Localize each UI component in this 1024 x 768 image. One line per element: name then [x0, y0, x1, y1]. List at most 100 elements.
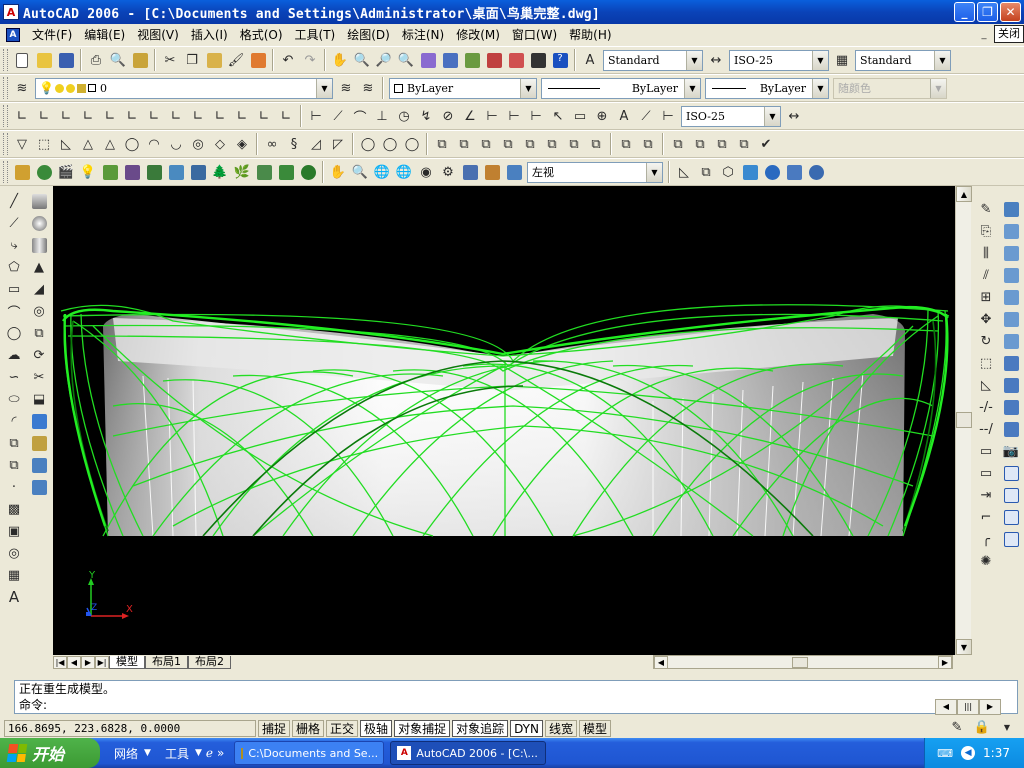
tolerance-icon[interactable]: ▭	[569, 105, 591, 127]
bottom-view-icon[interactable]	[1000, 242, 1022, 264]
hatch-icon[interactable]: ▩	[3, 498, 25, 520]
region-icon[interactable]: ◎	[3, 542, 25, 564]
menu-file[interactable]: 文件(F)	[26, 25, 78, 45]
mapping-icon[interactable]	[143, 161, 165, 183]
print-icon[interactable]: ⎙	[85, 49, 107, 71]
viewport-1-icon[interactable]	[1000, 462, 1022, 484]
command-prompt[interactable]: 命令:	[19, 697, 1017, 713]
imprint-icon[interactable]: ⧉	[667, 133, 689, 155]
offset-faces-icon[interactable]: ⧉	[475, 133, 497, 155]
point-icon[interactable]: ·	[3, 476, 25, 498]
properties-icon[interactable]	[417, 49, 439, 71]
flat-shaded-icon[interactable]	[739, 161, 761, 183]
toolbar-grip[interactable]	[3, 77, 8, 99]
3d-zoom-icon[interactable]: 🔍	[349, 161, 371, 183]
menu-modify[interactable]: 修改(M)	[450, 25, 506, 45]
shell-icon[interactable]: ⧉	[733, 133, 755, 155]
chamfer-icon[interactable]: ⌐	[975, 506, 997, 528]
box-icon[interactable]: ⬚	[33, 133, 55, 155]
solid-sphere-icon[interactable]	[28, 212, 50, 234]
landscape-library-icon[interactable]	[253, 161, 275, 183]
chevron-down-icon[interactable]: ▼	[934, 50, 950, 70]
paste-icon[interactable]	[203, 49, 225, 71]
scroll-left-button[interactable]: ◀	[935, 699, 957, 715]
ucs-zaxis-icon[interactable]: ∟	[165, 105, 187, 127]
revolve-icon[interactable]: ⟳	[28, 344, 50, 366]
delete-faces-icon[interactable]: ⧉	[497, 133, 519, 155]
lineweight-select[interactable]: ByLayer ▼	[705, 77, 829, 99]
copy-icon[interactable]: ❐	[181, 49, 203, 71]
task-explorer[interactable]: C:\Documents and Se...	[234, 741, 385, 765]
new-file-icon[interactable]	[11, 49, 33, 71]
ucs-view-icon[interactable]: ∟	[121, 105, 143, 127]
quick-dimension-icon[interactable]: ⊢	[481, 105, 503, 127]
open-file-icon[interactable]	[33, 49, 55, 71]
scroll-thumb[interactable]: |||	[957, 699, 979, 715]
materials-library-icon[interactable]	[121, 161, 143, 183]
revision-cloud-icon[interactable]: ☁	[3, 344, 25, 366]
3d-orbit-icon[interactable]: 🌐	[371, 161, 393, 183]
ortho-toggle[interactable]: 正交	[326, 719, 359, 737]
camera-icon[interactable]: 📷	[1000, 440, 1022, 462]
copy-edges-icon[interactable]: ⧉	[615, 133, 637, 155]
angular-icon[interactable]: ∠	[459, 105, 481, 127]
taper-faces-icon[interactable]: ⧉	[541, 133, 563, 155]
viewport-2-icon[interactable]	[1000, 484, 1022, 506]
dim-style-select[interactable]: ISO-25 ▼	[729, 49, 829, 71]
fillet-icon[interactable]: ╭	[975, 528, 997, 550]
construction-line-icon[interactable]: ⟋	[3, 212, 25, 234]
clean-icon[interactable]: ⧉	[689, 133, 711, 155]
check-icon[interactable]: ✔	[755, 133, 777, 155]
table-style-select[interactable]: Standard ▼	[855, 49, 951, 71]
ruled-surface-icon[interactable]: ◿	[305, 133, 327, 155]
arc-length-icon[interactable]: ⌒	[349, 105, 371, 127]
mesh-icon[interactable]: ◇	[209, 133, 231, 155]
statistics-icon[interactable]	[297, 161, 319, 183]
autocad-app-icon[interactable]: A	[3, 4, 19, 20]
pyramid-icon[interactable]: △	[77, 133, 99, 155]
chevron-down-icon[interactable]: ▼	[812, 78, 828, 98]
setup-profile-icon[interactable]	[28, 476, 50, 498]
menu-insert[interactable]: 插入(I)	[185, 25, 234, 45]
gradient-icon[interactable]: ▣	[3, 520, 25, 542]
menu-draw[interactable]: 绘图(D)	[341, 25, 396, 45]
dim-style-select-2[interactable]: ISO-25 ▼	[681, 105, 781, 127]
linear-dimension-icon[interactable]: ⊢	[305, 105, 327, 127]
keyboard-icon[interactable]: ⌨	[937, 747, 953, 760]
grid-toggle[interactable]: 栅格	[292, 719, 325, 737]
first-tab-button[interactable]: |◀	[53, 655, 67, 669]
dimension-style-icon[interactable]: ↔	[783, 105, 805, 127]
ucs-world-icon[interactable]: ∟	[33, 105, 55, 127]
ucs-face-icon[interactable]: ∟	[77, 105, 99, 127]
color-select[interactable]: ByLayer ▼	[389, 77, 537, 99]
copy-object-icon[interactable]: ⎘	[975, 220, 997, 242]
toolbar-grip[interactable]	[3, 161, 8, 183]
linetype-select[interactable]: ByLayer ▼	[541, 77, 701, 99]
3d-swivel-icon[interactable]: ◉	[415, 161, 437, 183]
viewport-4-icon[interactable]	[1000, 528, 1022, 550]
insert-block-icon[interactable]: ⧉	[3, 432, 25, 454]
command-scrollbar[interactable]: ◀ ||| ▶	[935, 699, 1001, 715]
2d-wireframe-icon[interactable]: ◺	[673, 161, 695, 183]
scroll-thumb[interactable]	[956, 412, 972, 428]
render-teapot-icon[interactable]	[33, 161, 55, 183]
menu-window[interactable]: 窗口(W)	[506, 25, 563, 45]
union-icon[interactable]: ◯	[357, 133, 379, 155]
save-icon[interactable]	[55, 49, 77, 71]
layer-select[interactable]: 💡 0 ▼	[35, 77, 333, 99]
line-icon[interactable]: ╱	[3, 190, 25, 212]
nw-iso-icon[interactable]	[1000, 418, 1022, 440]
viewport-3-icon[interactable]	[1000, 506, 1022, 528]
setup-view-icon[interactable]	[28, 454, 50, 476]
torus-icon[interactable]: ◎	[187, 133, 209, 155]
tab-model[interactable]: 模型	[109, 655, 145, 669]
offset-icon[interactable]: ⫽	[975, 264, 997, 286]
dyn-toggle[interactable]: DYN	[510, 719, 543, 737]
tabulated-surface-icon[interactable]: §	[283, 133, 305, 155]
status-menu-icon[interactable]: ▼	[996, 719, 1018, 735]
materials-icon[interactable]	[99, 161, 121, 183]
calculator-icon[interactable]	[527, 49, 549, 71]
hidden-icon[interactable]: ⬡	[717, 161, 739, 183]
text-style-icon[interactable]: A	[579, 49, 601, 71]
document-icon[interactable]: A	[6, 28, 20, 42]
